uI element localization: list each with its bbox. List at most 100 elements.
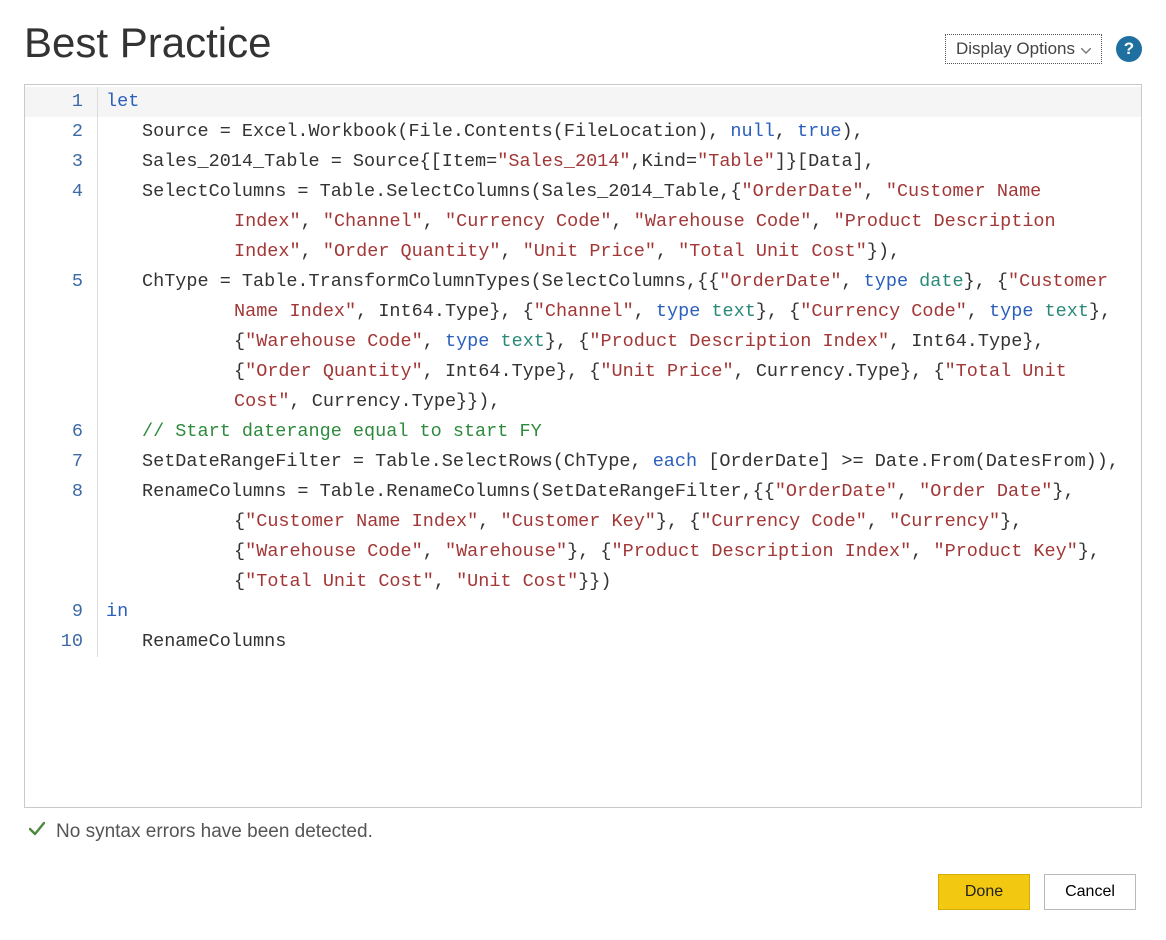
code-token: "Unit Price" xyxy=(600,361,733,382)
cancel-button[interactable]: Cancel xyxy=(1044,874,1136,910)
code-token: , xyxy=(967,301,989,322)
line-number: 4 xyxy=(25,177,97,207)
code-line[interactable]: 6// Start daterange equal to start FY xyxy=(25,417,1141,447)
code-content[interactable]: SelectColumns = Table.SelectColumns(Sale… xyxy=(98,177,1141,267)
line-number: 8 xyxy=(25,477,97,507)
code-token: , xyxy=(634,301,656,322)
code-content[interactable]: RenameColumns = Table.RenameColumns(SetD… xyxy=(98,477,1141,597)
code-token: , xyxy=(434,571,456,592)
code-token: type xyxy=(989,301,1033,322)
code-content[interactable]: ChType = Table.TransformColumnTypes(Sele… xyxy=(98,267,1141,417)
code-content[interactable]: let xyxy=(98,87,1141,117)
code-token: , xyxy=(867,511,889,532)
code-content[interactable]: RenameColumns xyxy=(98,627,1141,657)
code-token: ,Kind= xyxy=(631,151,698,172)
code-token: , Currency.Type}}), xyxy=(290,391,501,412)
code-token: SelectColumns = Table.SelectColumns(Sale… xyxy=(142,181,742,202)
code-token: }, { xyxy=(545,331,589,352)
code-token: , xyxy=(897,481,919,502)
code-line[interactable]: 5 ChType = Table.TransformColumnTypes(Sel… xyxy=(25,267,1141,417)
code-token: }, { xyxy=(756,301,800,322)
help-glyph: ? xyxy=(1124,39,1134,59)
advanced-editor-dialog: Best Practice Display Options ? 1let2Sou… xyxy=(0,0,1166,940)
code-token xyxy=(700,301,711,322)
code-token: "Channel" xyxy=(323,211,423,232)
code-token: in xyxy=(106,601,128,622)
code-line[interactable]: 9 in xyxy=(25,597,1141,627)
code-token: true xyxy=(797,121,841,142)
code-token: type xyxy=(656,301,700,322)
code-editor[interactable]: 1let2Source = Excel.Workbook(File.Conten… xyxy=(24,84,1142,808)
code-line[interactable]: 1let xyxy=(25,87,1141,117)
code-token: "Customer Key" xyxy=(500,511,655,532)
code-token: "Total Unit Cost" xyxy=(678,241,867,262)
code-token: RenameColumns = Table.RenameColumns(SetD… xyxy=(142,481,775,502)
code-token: }), xyxy=(867,241,900,262)
line-number: 7 xyxy=(25,447,97,477)
code-token: , xyxy=(656,241,678,262)
line-number: 1 xyxy=(25,87,97,117)
line-number: 6 xyxy=(25,417,97,447)
code-token: }, { xyxy=(567,541,611,562)
code-token: type xyxy=(445,331,489,352)
code-token: "Order Quantity" xyxy=(245,361,423,382)
code-token: , xyxy=(423,211,445,232)
code-content[interactable]: SetDateRangeFilter = Table.SelectRows(Ch… xyxy=(98,447,1141,477)
code-token: , xyxy=(500,241,522,262)
code-content[interactable]: Sales_2014_Table = Source{[Item="Sales_2… xyxy=(98,147,1141,177)
code-token: , xyxy=(841,271,863,292)
code-token xyxy=(1033,301,1044,322)
line-number: 5 xyxy=(25,267,97,297)
code-token: text xyxy=(711,301,755,322)
code-line[interactable]: 2Source = Excel.Workbook(File.Contents(F… xyxy=(25,117,1141,147)
code-token: "Order Quantity" xyxy=(323,241,501,262)
code-token: ChType = Table.TransformColumnTypes(Sele… xyxy=(142,271,719,292)
syntax-status: No syntax errors have been detected. xyxy=(24,820,1142,844)
code-content[interactable]: in xyxy=(98,597,1141,627)
code-token: , Int64.Type}, { xyxy=(423,361,601,382)
code-token: , xyxy=(612,211,634,232)
check-icon xyxy=(28,820,46,844)
code-line[interactable]: 7 SetDateRangeFilter = Table.SelectRows(C… xyxy=(25,447,1141,477)
code-token: text xyxy=(501,331,545,352)
code-token: }, { xyxy=(656,511,700,532)
code-line[interactable]: 4 SelectColumns = Table.SelectColumns(Sal… xyxy=(25,177,1141,267)
code-token: "Table" xyxy=(697,151,775,172)
syntax-status-text: No syntax errors have been detected. xyxy=(56,821,373,843)
code-content[interactable]: Source = Excel.Workbook(File.Contents(Fi… xyxy=(98,117,1141,147)
code-token xyxy=(908,271,919,292)
code-token: , xyxy=(864,181,886,202)
display-options-dropdown[interactable]: Display Options xyxy=(945,34,1102,64)
code-token: SetDateRangeFilter = Table.SelectRows(Ch… xyxy=(142,451,653,472)
chevron-down-icon xyxy=(1081,39,1091,59)
line-number: 2 xyxy=(25,117,97,147)
code-token: "Warehouse Code" xyxy=(245,541,423,562)
code-token: "Currency Code" xyxy=(800,301,967,322)
code-token: "Currency Code" xyxy=(445,211,612,232)
code-token: type xyxy=(864,271,908,292)
code-token: "Warehouse" xyxy=(445,541,567,562)
code-token: each xyxy=(653,451,697,472)
code-token: "Channel" xyxy=(534,301,634,322)
code-line[interactable]: 3Sales_2014_Table = Source{[Item="Sales_… xyxy=(25,147,1141,177)
code-token: , xyxy=(911,541,933,562)
code-token: "Product Description Index" xyxy=(612,541,912,562)
code-token: }, { xyxy=(964,271,1008,292)
code-editor-viewport: 1let2Source = Excel.Workbook(File.Conten… xyxy=(25,85,1141,807)
code-content[interactable]: // Start daterange equal to start FY xyxy=(98,417,1141,447)
code-token: , xyxy=(301,241,323,262)
display-options-label: Display Options xyxy=(956,39,1075,59)
code-token: ), xyxy=(841,121,863,142)
code-token: [OrderDate] >= Date.From(DatesFrom)), xyxy=(697,451,1119,472)
code-token: "Customer Name Index" xyxy=(245,511,478,532)
code-token: "Order Date" xyxy=(919,481,1052,502)
help-icon[interactable]: ? xyxy=(1116,36,1142,62)
code-line[interactable]: 8 RenameColumns = Table.RenameColumns(Set… xyxy=(25,477,1141,597)
code-token: "OrderDate" xyxy=(719,271,841,292)
code-line[interactable]: 10RenameColumns xyxy=(25,627,1141,657)
dialog-buttons: Done Cancel xyxy=(24,874,1142,910)
line-number: 9 xyxy=(25,597,97,627)
done-button[interactable]: Done xyxy=(938,874,1030,910)
code-token: }}) xyxy=(578,571,611,592)
page-title: Best Practice xyxy=(24,20,271,66)
